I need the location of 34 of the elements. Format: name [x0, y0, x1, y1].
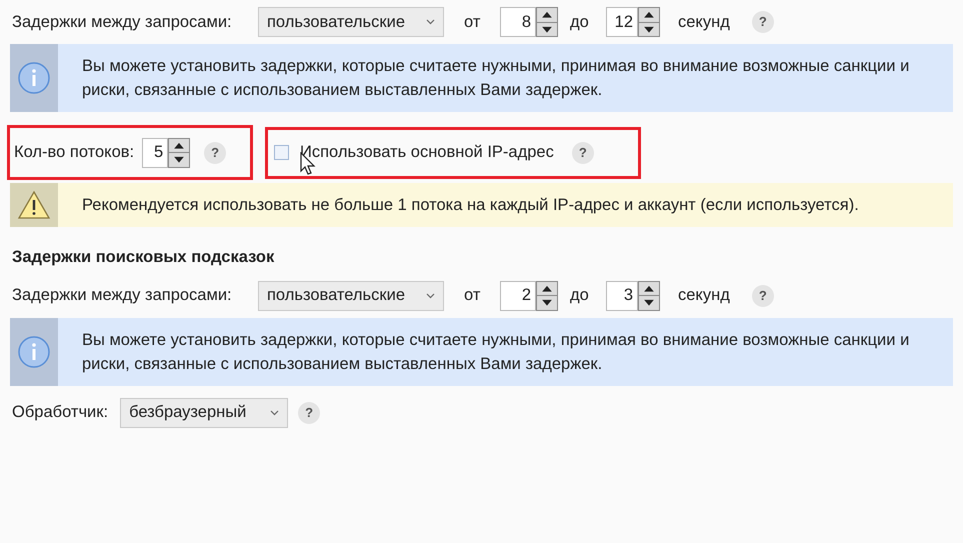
field-label: Задержки между запросами: [12, 285, 233, 306]
field-label: Обработчик: [12, 402, 108, 424]
number-field[interactable]: 2 [500, 280, 536, 311]
help-button[interactable]: ? [204, 142, 226, 164]
field-label: секунд [678, 12, 730, 33]
section-heading: Задержки поисковых подсказок [11, 247, 276, 268]
chevron-down-icon [270, 410, 280, 416]
field-label: Задержки между запросами: [12, 12, 233, 33]
field-label: секунд [678, 285, 730, 306]
help-button[interactable]: ? [752, 284, 774, 307]
field-label: от [464, 12, 482, 33]
info-icon [17, 61, 51, 95]
notice-text: Вы можете установить задержки, которые считаете нужными, принимая во внимание возможные санкции и риски, связанные с использованием выставленных Вами задержек. [81, 56, 910, 101]
number-field[interactable]: 3 [606, 280, 638, 311]
help-button[interactable]: ? [752, 11, 774, 33]
field-label: до [570, 12, 590, 33]
dropdown[interactable]: пользовательские [258, 280, 444, 311]
number-field[interactable]: 12 [606, 7, 638, 37]
warning-icon [17, 190, 51, 220]
help-button[interactable]: ? [572, 142, 594, 164]
field-label: от [464, 285, 482, 306]
checkbox[interactable] [274, 145, 289, 160]
help-button[interactable]: ? [298, 402, 320, 424]
chevron-down-icon [426, 19, 435, 25]
field-label: до [570, 285, 590, 306]
notice-text: Вы можете установить задержки, которые считаете нужными, принимая во внимание возможные санкции и риски, связанные с использованием выставленных Вами задержек. [81, 330, 910, 375]
field-label: Кол-во потоков: [14, 142, 134, 164]
chevron-down-icon [426, 292, 435, 299]
dropdown[interactable]: безбраузерный [120, 398, 288, 428]
info-icon [17, 334, 51, 369]
notice-text: Рекомендуется использовать не больше 1 потока на каждый IP-адрес и аккаунт (если используется). [81, 195, 860, 216]
number-field[interactable]: 8 [500, 7, 536, 37]
number-field[interactable]: 5 [142, 138, 168, 168]
dropdown[interactable]: пользовательские [258, 7, 444, 37]
